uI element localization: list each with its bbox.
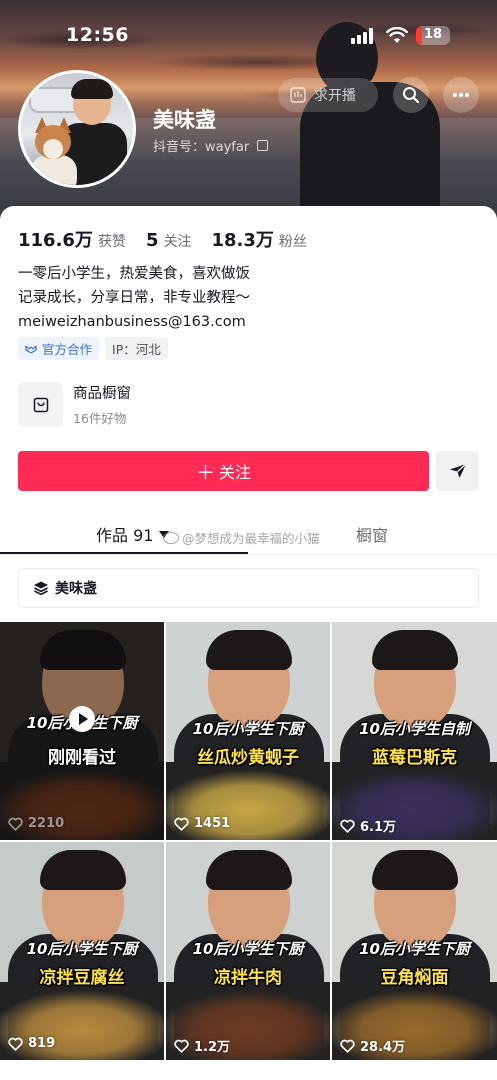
tab-works-label: 作品 91	[96, 526, 154, 545]
video-grid: 10后小学生下厨 刚刚看过 2210 10后小学生下厨 丝瓜炒黄蚬子 1451 …	[0, 622, 497, 1060]
video-card[interactable]: 10后小学生下厨 刚刚看过 2210	[0, 622, 164, 840]
shopping-bag-icon	[18, 382, 63, 427]
likes-count: 2210	[28, 816, 65, 831]
video-card[interactable]: 10后小学生下厨 豆角焖面 28.4万	[332, 842, 497, 1060]
stat-label: 获赞	[97, 234, 126, 250]
bio-email[interactable]: meiweizhanbusiness@163.com	[18, 310, 250, 334]
battery-level: 18	[423, 27, 443, 42]
just-watched-label: 刚刚看过	[48, 748, 116, 768]
stat-label: 粉丝	[278, 234, 307, 250]
douyin-id[interactable]: 抖音号：wayfar	[153, 136, 269, 155]
video-caption-top: 10后小学生下厨	[26, 940, 138, 958]
weibo-watermark: @梦想成为最幸福的小猫	[163, 528, 320, 547]
likes-count: 6.1万	[360, 820, 397, 835]
heart-icon	[174, 1039, 189, 1053]
video-likes: 819	[8, 1036, 55, 1051]
video-likes: 2210	[8, 816, 64, 831]
likes-count: 28.4万	[360, 1040, 406, 1055]
layers-icon	[34, 581, 48, 596]
watermark-text: @梦想成为最幸福的小猫	[182, 531, 320, 546]
heart-icon	[174, 817, 189, 831]
likes-count: 1.2万	[194, 1040, 231, 1055]
showcase-subtitle: 16件好物	[73, 411, 127, 426]
search-button[interactable]	[393, 77, 429, 113]
live-chart-icon	[290, 87, 306, 103]
status-bar: 12:56 18	[0, 0, 497, 56]
stat-value: 5	[145, 230, 159, 251]
stat-label: 关注	[163, 234, 192, 250]
likes-count: 1451	[194, 816, 231, 831]
video-likes: 28.4万	[340, 1036, 405, 1055]
showcase-title: 商品橱窗	[73, 386, 131, 402]
more-options-button[interactable]	[443, 77, 479, 113]
profile-stats: 116.6万 获赞 5 关注 18.3万 粉丝	[18, 226, 327, 252]
heart-icon	[340, 819, 355, 833]
collection-label: 美味盏	[55, 581, 97, 597]
video-caption-top: 10后小学生下厨	[192, 720, 304, 738]
video-caption-top: 10后小学生自制	[359, 720, 470, 738]
collection-entry[interactable]: 美味盏	[18, 568, 479, 608]
play-icon	[69, 706, 95, 732]
search-icon	[403, 87, 420, 104]
bio-line: 一零后小学生，热爱美食，喜欢做饭	[18, 266, 250, 282]
profile-bio: 一零后小学生，热爱美食，喜欢做饭 记录成长，分享日常，非专业教程～ meiwei…	[18, 262, 250, 334]
likes-count: 819	[28, 1036, 56, 1051]
request-live-label: 求开播	[314, 88, 356, 104]
stat-followers[interactable]: 18.3万 粉丝	[211, 226, 306, 252]
tab-works[interactable]: 作品 91	[96, 522, 170, 546]
video-likes: 1.2万	[174, 1036, 230, 1055]
stat-likes[interactable]: 116.6万 获赞	[18, 226, 126, 252]
profile-tags: 官方合作 IP：河北	[18, 337, 168, 360]
heart-icon	[8, 1037, 23, 1051]
product-showcase-entry[interactable]: 商品橱窗 16件好物	[18, 382, 131, 427]
avatar[interactable]	[18, 70, 136, 188]
handshake-icon	[25, 345, 37, 354]
wifi-icon	[386, 26, 408, 43]
video-caption-main: 蓝莓巴斯克	[372, 748, 457, 768]
video-caption-top: 10后小学生下厨	[359, 940, 470, 958]
video-caption-main: 凉拌豆腐丝	[39, 968, 125, 988]
stat-value: 18.3万	[211, 230, 274, 251]
bio-line: 记录成长，分享日常，非专业教程～	[18, 290, 250, 306]
share-button[interactable]	[436, 451, 479, 491]
heart-icon	[340, 1039, 355, 1053]
send-arrow-icon	[449, 463, 466, 478]
video-caption-main: 凉拌牛肉	[214, 968, 282, 988]
more-dots-icon	[452, 92, 470, 98]
content-tabs: 作品 91 @梦想成为最幸福的小猫 橱窗	[0, 514, 497, 555]
video-card[interactable]: 10后小学生下厨 凉拌牛肉 1.2万	[166, 842, 330, 1060]
cellular-signal-icon	[351, 28, 377, 44]
video-likes: 1451	[174, 816, 230, 831]
official-tag-label: 官方合作	[42, 342, 93, 357]
video-card[interactable]: 10后小学生下厨 丝瓜炒黄蚬子 1451	[166, 622, 330, 840]
tab-showcase[interactable]: 橱窗	[356, 522, 388, 546]
copy-icon[interactable]	[257, 140, 269, 151]
status-time: 12:56	[66, 24, 129, 46]
plus-icon: ＋	[195, 461, 215, 484]
profile-nickname: 美味盏	[153, 108, 216, 132]
weibo-logo-icon	[163, 531, 179, 544]
follow-label: 关注	[219, 463, 252, 482]
tab-divider	[0, 554, 497, 555]
video-caption-main: 豆角焖面	[380, 968, 449, 988]
video-card[interactable]: 10后小学生自制 蓝莓巴斯克 6.1万	[332, 622, 497, 840]
video-caption-top: 10后小学生下厨	[192, 940, 304, 958]
video-likes: 6.1万	[340, 816, 396, 835]
official-cooperation-tag[interactable]: 官方合作	[18, 337, 100, 360]
video-card[interactable]: 10后小学生下厨 凉拌豆腐丝 819	[0, 842, 164, 1060]
battery-icon: 18	[416, 26, 450, 45]
request-live-button[interactable]: 求开播	[278, 78, 378, 112]
stat-value: 116.6万	[18, 230, 93, 251]
video-caption-main: 丝瓜炒黄蚬子	[197, 748, 299, 768]
ip-tag-label: IP：河北	[112, 342, 161, 357]
heart-icon	[8, 817, 23, 831]
douyin-id-text: 抖音号：wayfar	[153, 140, 250, 155]
showcase-text: 商品橱窗 16件好物	[73, 382, 131, 427]
ip-location-tag: IP：河北	[105, 337, 168, 360]
follow-button[interactable]: ＋ 关注	[18, 451, 429, 491]
stat-following[interactable]: 5 关注	[146, 230, 192, 251]
